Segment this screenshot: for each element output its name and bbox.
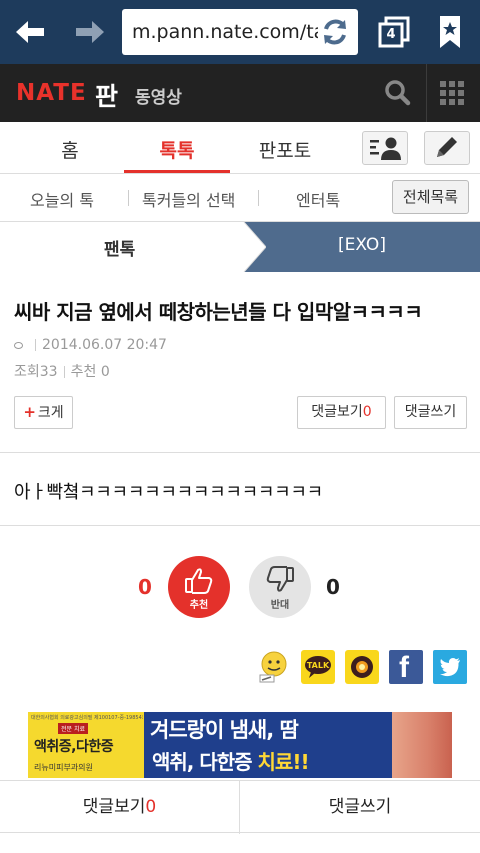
pencil-icon — [437, 137, 457, 157]
breadcrumb-fantalk[interactable]: 팬톡 — [0, 222, 266, 272]
write-button[interactable] — [424, 131, 470, 165]
tabs-button[interactable]: 4 — [372, 14, 416, 50]
plus-icon: + — [23, 403, 36, 421]
views-label: 조회 — [14, 364, 40, 380]
author-icon — [14, 341, 23, 349]
bottom-action-bar: 댓글보기0 댓글쓰기 — [0, 780, 480, 834]
font-bigger-button[interactable]: + 크게 — [14, 396, 73, 429]
ad-fine-print: 대한의사협회 의료광고심의필 제100107-중-19854호 — [31, 715, 143, 721]
twitter-icon[interactable] — [433, 650, 467, 684]
ad-left-headline: 액취증,다한증 — [34, 739, 114, 755]
browser-toolbar: m.pann.nate.com/ta 4 — [0, 0, 480, 64]
ad-photo — [392, 712, 452, 778]
app-grid-icon[interactable] — [438, 81, 468, 107]
font-bigger-label: 크게 — [37, 405, 64, 421]
ad-subheadline-text: 액취, 다한증 — [152, 750, 258, 774]
bookmark-star-icon[interactable] — [432, 12, 468, 52]
ad-badge: 전문 치료 — [58, 723, 88, 734]
ad-left-panel: 대한의사협회 의료광고심의필 제100107-중-19854호 전문 치료 액취… — [28, 712, 144, 778]
sub-tabs: 오늘의 톡 톡커들의 선택 엔터톡 전체목록 — [0, 174, 480, 222]
kakaostory-icon[interactable] — [345, 650, 379, 684]
post-stats: 조회33 추천 0 — [14, 361, 110, 381]
cyworld-icon[interactable] — [257, 650, 291, 684]
forward-arrow-icon[interactable] — [70, 14, 110, 50]
bottom-comment-write-label: 댓글쓰기 — [328, 797, 392, 817]
divider — [0, 525, 480, 526]
pan-title[interactable]: 판 — [95, 77, 118, 113]
meta-divider — [35, 339, 36, 351]
ad-banner[interactable]: 대한의사협회 의료광고심의필 제100107-중-19854호 전문 치료 액취… — [28, 712, 452, 778]
divider — [0, 452, 480, 453]
like-label: 추천 — [189, 600, 209, 611]
comment-write-label: 댓글쓰기 — [404, 404, 457, 420]
kakaotalk-label: TALK — [306, 661, 330, 670]
dislike-button[interactable]: 반대 — [249, 556, 311, 618]
url-bar[interactable]: m.pann.nate.com/ta — [122, 9, 358, 55]
tab-toktok[interactable]: 톡톡 — [124, 136, 230, 163]
comments-view-label: 댓글보기 — [311, 404, 363, 420]
video-link[interactable]: 동영상 — [135, 83, 182, 108]
all-list-button[interactable]: 전체목록 — [392, 180, 469, 214]
subtab-tokker-choice[interactable]: 톡커들의 선택 — [142, 187, 235, 211]
kakaotalk-icon[interactable]: TALK — [301, 650, 335, 684]
facebook-icon[interactable]: f — [389, 650, 423, 684]
back-arrow-icon[interactable] — [10, 14, 50, 50]
nate-logo[interactable]: NATE — [16, 80, 87, 106]
bottom-comment-write-button[interactable]: 댓글쓰기 — [240, 781, 480, 834]
active-tab-indicator — [124, 170, 230, 173]
comments-count: 0 — [362, 404, 372, 420]
ad-headline: 겨드랑이 냄새, 땀 — [150, 718, 299, 742]
user-list-icon — [370, 137, 401, 160]
subtab-enter-talk[interactable]: 엔터톡 — [296, 187, 340, 211]
facebook-letter: f — [399, 651, 409, 684]
comments-view-button[interactable]: 댓글보기0 — [297, 396, 386, 429]
like-count: 0 — [138, 575, 152, 599]
dislike-count: 0 — [326, 575, 340, 599]
recommend-label: 추천 — [70, 364, 97, 380]
recommend-count: 0 — [100, 364, 110, 380]
ad-highlight: 치료!! — [257, 750, 310, 774]
tab-home[interactable]: 홈 — [30, 136, 110, 163]
post-date: 2014.06.07 20:47 — [42, 337, 167, 353]
bottom-comments-view-button[interactable]: 댓글보기0 — [0, 781, 240, 834]
post-body: 아ㅏ빡쳨ㅋㅋㅋㅋㅋㅋㅋㅋㅋㅋㅋㅋㅋㅋㅋ — [14, 482, 323, 503]
ad-clinic-name: 리뉴미피부과의원 — [34, 763, 93, 772]
meta-divider — [63, 366, 65, 378]
breadcrumb-exo[interactable]: [EXO] — [338, 235, 386, 255]
reload-icon[interactable] — [318, 15, 352, 49]
mypage-button[interactable] — [362, 131, 408, 165]
breadcrumb: 팬톡 [EXO] — [0, 222, 480, 272]
dislike-label: 반대 — [270, 600, 290, 611]
search-icon[interactable] — [378, 78, 418, 108]
bottom-comments-count: 0 — [145, 797, 157, 817]
views-count: 33 — [39, 364, 58, 380]
main-tabs: 홈 톡톡 판포토 — [0, 122, 480, 174]
comment-write-button[interactable]: 댓글쓰기 — [394, 396, 467, 429]
breadcrumb-fantalk-label[interactable]: 팬톡 — [104, 235, 135, 260]
subtab-divider — [258, 190, 259, 206]
ad-subheadline: 액취, 다한증 치료!! — [152, 746, 310, 775]
post-meta: 2014.06.07 20:47 — [14, 337, 167, 353]
bottom-comments-view-label: 댓글보기 — [82, 797, 146, 817]
like-button[interactable]: 추천 — [168, 556, 230, 618]
post-title: 씨바 지금 옆에서 떼창하는년들 다 입막알ㅋㅋㅋㅋ — [14, 300, 423, 324]
tab-count: 4 — [386, 27, 396, 42]
header-divider — [426, 64, 427, 122]
site-header: NATE 판 동영상 — [0, 64, 480, 122]
url-text[interactable]: m.pann.nate.com/ta — [132, 21, 325, 43]
subtab-divider — [128, 190, 129, 206]
subtab-today-talk[interactable]: 오늘의 톡 — [30, 187, 94, 211]
tab-panphoto[interactable]: 판포토 — [240, 136, 330, 163]
